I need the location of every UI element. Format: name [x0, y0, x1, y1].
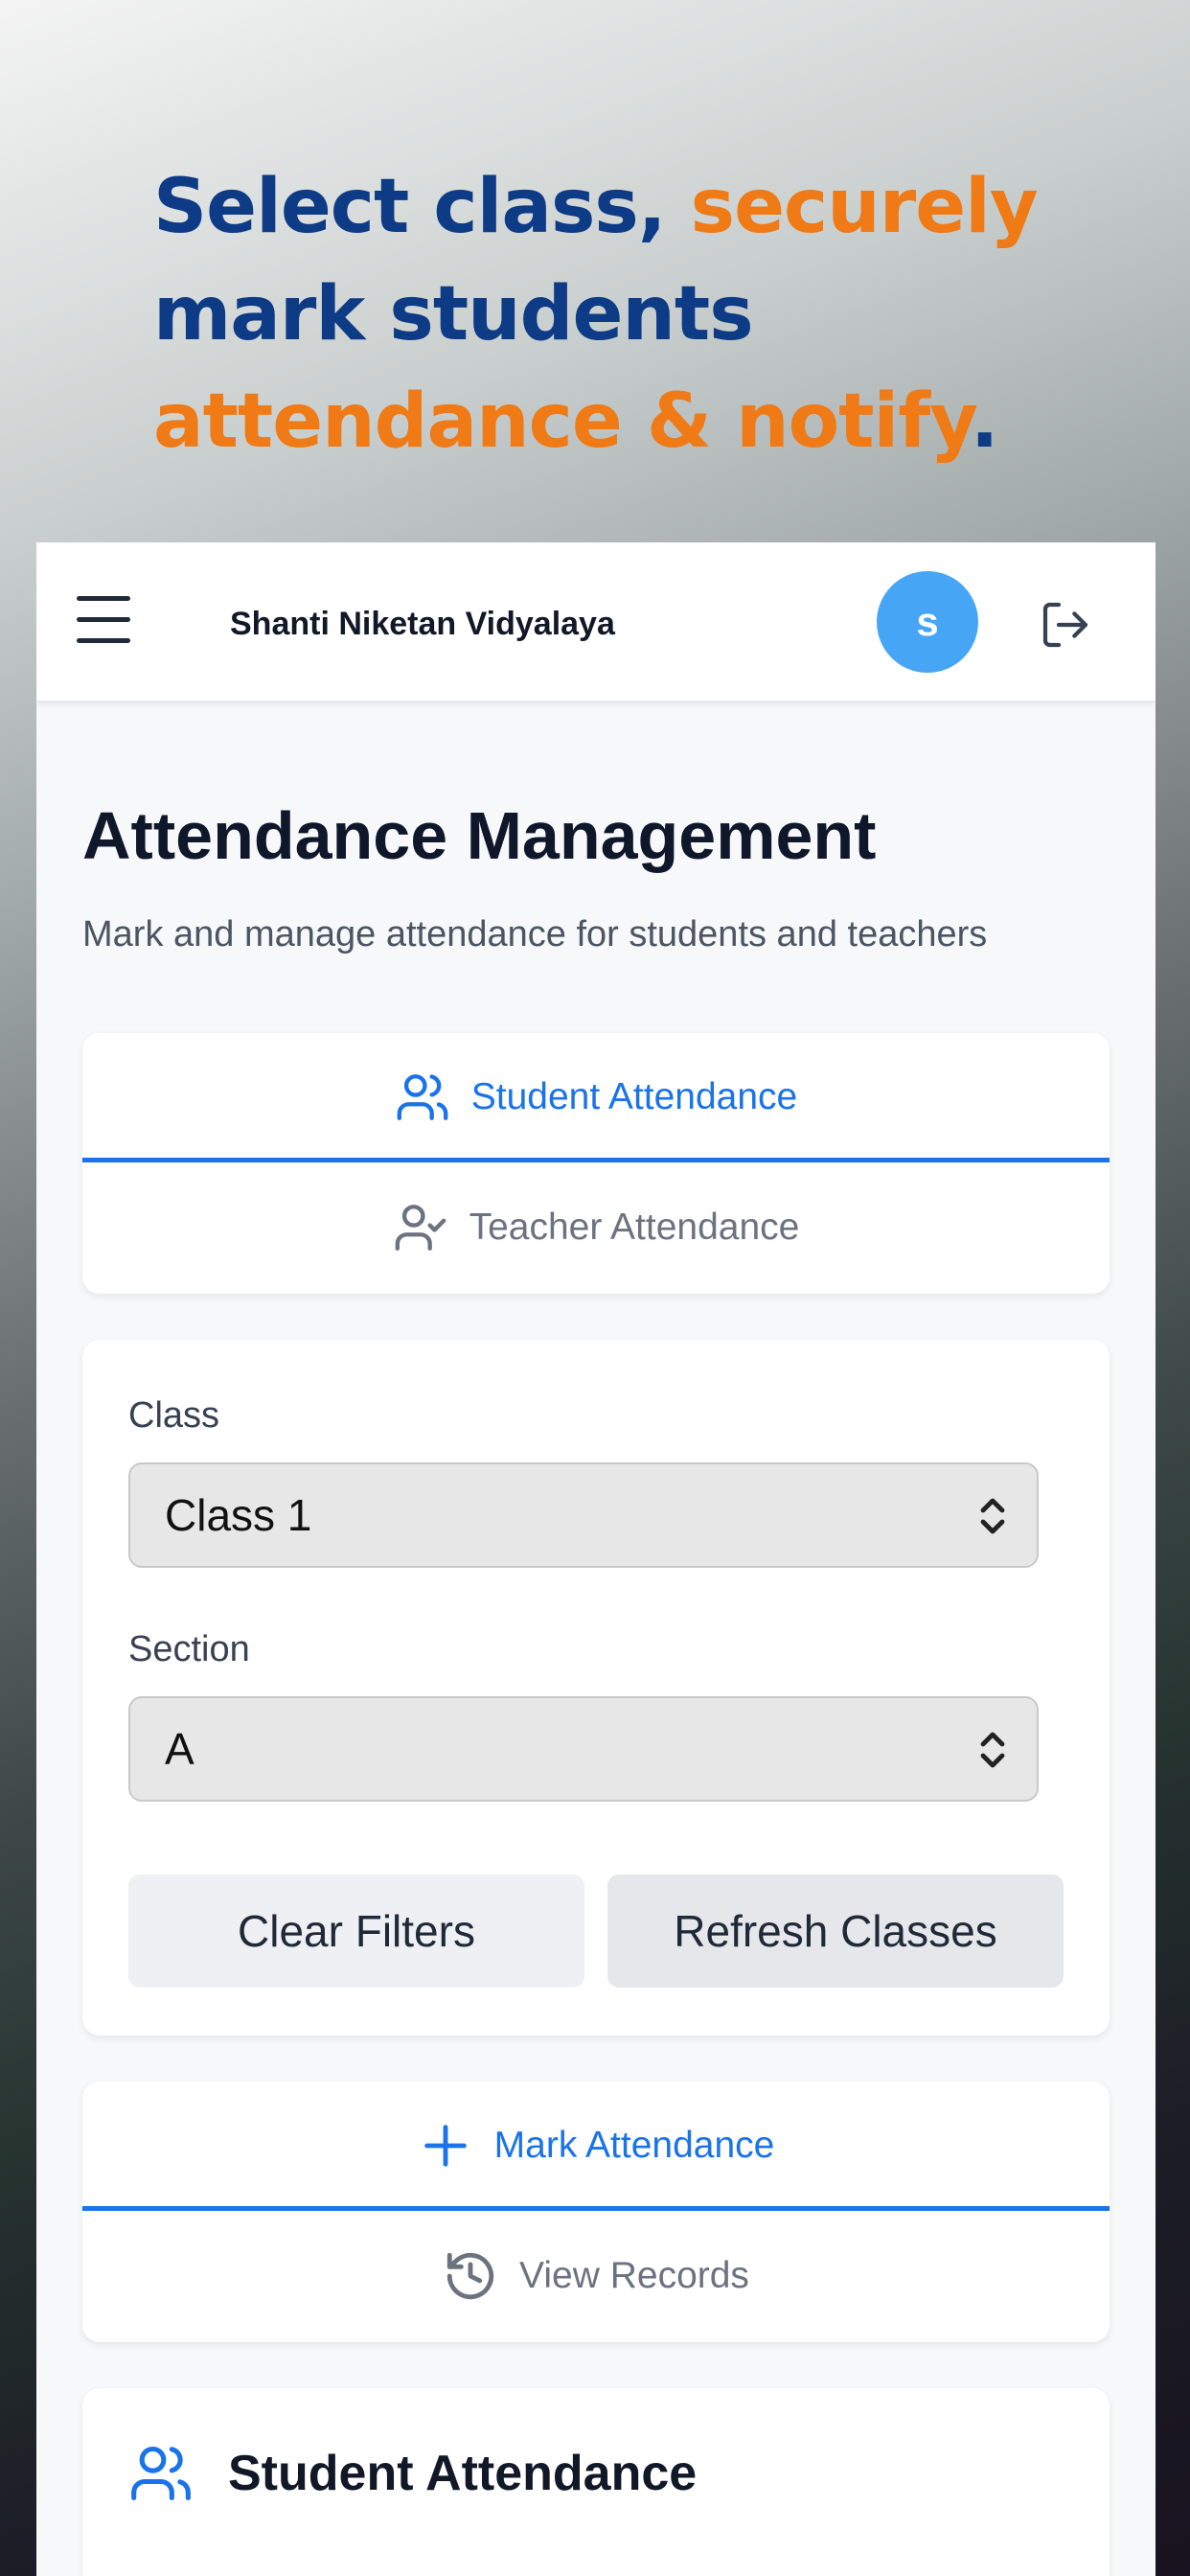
hamburger-menu-icon[interactable]	[77, 596, 130, 646]
page-subtitle: Mark and manage attendance for students …	[82, 914, 988, 954]
user-check-icon	[395, 1205, 446, 1251]
users-icon	[397, 1074, 448, 1120]
users-icon	[131, 2446, 191, 2501]
top-bar: Shanti Niketan Vidyalaya s	[36, 542, 1156, 702]
mode-tabs: Mark Attendance View Records	[82, 2082, 1110, 2342]
refresh-classes-button[interactable]: Refresh Classes	[607, 1874, 1064, 1988]
tab-view-records[interactable]: View Records	[82, 2212, 1110, 2340]
tab-student-attendance[interactable]: Student Attendance	[82, 1033, 1110, 1162]
logout-icon[interactable]	[1039, 598, 1092, 652]
school-name: Shanti Niketan Vidyalaya	[230, 606, 615, 642]
class-select[interactable]: Class 1	[128, 1462, 1039, 1568]
headline-part-4: attendance & notify	[153, 379, 972, 465]
chevron-up-down-icon	[980, 1732, 1005, 1768]
avatar[interactable]: s	[877, 571, 978, 673]
headline-part-5: .	[970, 379, 999, 465]
page-title: Attendance Management	[82, 798, 877, 873]
tab-teacher-attendance-label: Teacher Attendance	[469, 1207, 800, 1248]
tab-student-attendance-label: Student Attendance	[470, 1076, 798, 1117]
headline-part-3: mark students	[153, 271, 754, 357]
tab-view-records-label: View Records	[519, 2255, 749, 2296]
class-label: Class	[128, 1395, 220, 1436]
filters-card: Class Class 1 Section A Clear Filters Re…	[82, 1340, 1110, 2036]
active-tab-indicator	[82, 1158, 1110, 1162]
student-attendance-card: Student Attendance	[82, 2388, 1110, 2576]
promo-headline: Select class, securely mark students att…	[153, 153, 1111, 475]
section-select[interactable]: A	[128, 1696, 1039, 1802]
plus-icon	[423, 2125, 467, 2167]
tab-teacher-attendance[interactable]: Teacher Attendance	[82, 1163, 1110, 1292]
headline-part-1: Select class,	[153, 164, 691, 250]
tab-mark-attendance-label: Mark Attendance	[493, 2125, 775, 2166]
history-icon	[446, 2252, 494, 2300]
chevron-up-down-icon	[980, 1498, 1005, 1534]
clear-filters-button[interactable]: Clear Filters	[128, 1874, 584, 1988]
active-tab-indicator	[82, 2206, 1110, 2211]
app-screen: Shanti Niketan Vidyalaya s Attendance Ma…	[36, 542, 1156, 2576]
tab-mark-attendance[interactable]: Mark Attendance	[82, 2082, 1110, 2210]
student-attendance-title: Student Attendance	[228, 2446, 698, 2501]
attendance-type-tabs: Student Attendance Teacher Attendance	[82, 1033, 1110, 1294]
class-select-value: Class 1	[165, 1490, 312, 1540]
section-label: Section	[128, 1629, 250, 1669]
section-select-value: A	[165, 1724, 195, 1774]
headline-part-2: securely	[690, 164, 1039, 250]
student-attendance-header: Student Attendance	[128, 2441, 697, 2506]
